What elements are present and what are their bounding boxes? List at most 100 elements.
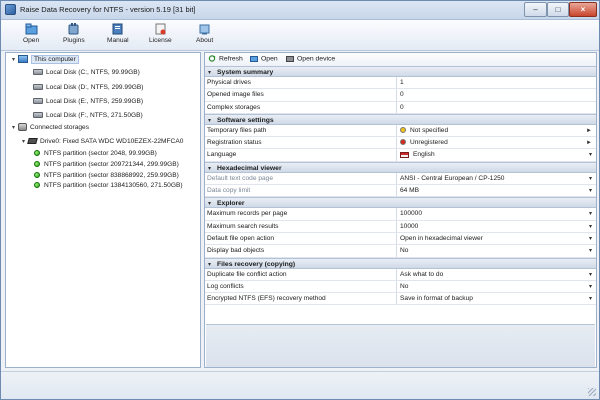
dropdown-arrow-icon[interactable]: ▾ — [589, 233, 592, 245]
app-icon — [5, 4, 16, 15]
copy-limit-select[interactable]: 64 MB — [400, 185, 584, 196]
tree-item-partition[interactable]: NTFS partition (sector 1384130560, 271.5… — [33, 181, 183, 191]
plugins-icon — [68, 23, 79, 35]
max-records-select[interactable]: 100000 — [400, 208, 584, 219]
tree-item-partition[interactable]: NTFS partition (sector 2048, 99.99GB) — [33, 149, 157, 159]
partition-status-icon — [34, 150, 40, 157]
open-device-button[interactable]: Open device — [286, 55, 335, 62]
property-row[interactable]: Language English ▾ — [205, 149, 596, 162]
language-select[interactable]: English — [400, 149, 584, 160]
property-row[interactable]: Default text code page ANSI - Central Eur… — [205, 172, 596, 186]
tree-item-local-disk[interactable]: Local Disk (F:, NTFS, 271.50GB) — [32, 111, 143, 121]
property-row[interactable]: Data copy limit 64 MB ▾ — [205, 185, 596, 198]
property-grid: ▾ System summary Physical drives 1 Opened … — [205, 66, 596, 306]
dropdown-arrow-icon[interactable]: ▾ — [589, 269, 592, 281]
manual-button[interactable]: Manual — [107, 23, 129, 44]
open-button[interactable]: Open — [23, 23, 39, 44]
conflict-action-select[interactable]: Ask what to do — [400, 269, 584, 280]
property-row[interactable]: Duplicate file conflict action Ask what t… — [205, 268, 596, 281]
tree-item-drive[interactable]: ▾ Drive0: Fixed SATA WDC WD10EZEX-22MFCA0 — [20, 137, 183, 147]
storage-icon — [18, 123, 27, 132]
code-page-select[interactable]: ANSI - Central European / CP-1250 — [400, 173, 584, 184]
disk-icon — [33, 98, 43, 105]
open-icon — [25, 23, 38, 35]
about-icon — [199, 24, 210, 35]
tree-item-this-computer[interactable]: ▾ This computer — [10, 55, 79, 65]
app-window: Raise Data Recovery for NTFS - version 5… — [0, 0, 600, 400]
dropdown-arrow-icon[interactable]: ▾ — [589, 185, 592, 197]
property-row[interactable]: Default file open action Open in hexadeci… — [205, 232, 596, 246]
minimize-button[interactable]: – — [524, 2, 547, 17]
efs-method-select[interactable]: Save in format of backup — [400, 293, 584, 304]
device-icon — [286, 56, 294, 62]
partition-status-icon — [34, 161, 40, 168]
warning-status-icon — [400, 127, 406, 134]
property-row[interactable]: Opened image files 0 — [205, 89, 596, 102]
section-system-summary[interactable]: ▾ System summary — [205, 66, 596, 77]
property-row[interactable]: Maximum records per page 100000 ▾ — [205, 208, 596, 221]
dropdown-arrow-icon[interactable]: ▾ — [589, 149, 592, 161]
tree-item-local-disk[interactable]: Local Disk (E:, NTFS, 259.99GB) — [32, 97, 143, 107]
section-hex-viewer[interactable]: ▾ Hexadecimal viewer — [205, 161, 596, 173]
property-row[interactable]: Log conflicts No ▾ — [205, 280, 596, 294]
expand-arrow-icon[interactable]: ► — [586, 137, 592, 149]
manual-icon — [112, 23, 123, 35]
max-search-select[interactable]: 10000 — [400, 221, 584, 232]
license-icon — [155, 23, 166, 35]
bad-objects-select[interactable]: No — [400, 245, 584, 256]
error-status-icon — [400, 139, 406, 146]
tree-item-local-disk[interactable]: Local Disk (C:, NTFS, 99.99GB) — [32, 68, 140, 78]
flag-icon — [400, 151, 409, 158]
collapse-icon[interactable]: ▾ — [10, 123, 17, 133]
tree-item-connected-storages[interactable]: ▾ Connected storages — [10, 123, 89, 133]
property-row[interactable]: Maximum search results 10000 ▾ — [205, 220, 596, 233]
section-files-recovery[interactable]: ▾ Files recovery (copying) — [205, 257, 596, 269]
tree-item-partition[interactable]: NTFS partition (sector 209721344, 299.99… — [33, 160, 179, 170]
dropdown-arrow-icon[interactable]: ▾ — [589, 208, 592, 220]
dropdown-arrow-icon[interactable]: ▾ — [589, 221, 592, 233]
collapse-icon[interactable]: ▾ — [20, 137, 27, 147]
description-area — [206, 324, 595, 367]
dropdown-arrow-icon[interactable]: ▾ — [589, 281, 592, 293]
section-software-settings[interactable]: ▾ Software settings — [205, 113, 596, 125]
disk-icon — [33, 69, 43, 76]
partition-status-icon — [34, 182, 40, 189]
resize-grip-icon[interactable] — [588, 388, 596, 396]
log-conflicts-select[interactable]: No — [400, 281, 584, 292]
about-button[interactable]: About — [196, 23, 213, 44]
refresh-icon — [208, 55, 216, 62]
expand-arrow-icon[interactable]: ► — [586, 125, 592, 137]
partition-status-icon — [34, 172, 40, 179]
open-icon — [250, 56, 258, 62]
title-bar[interactable]: Raise Data Recovery for NTFS - version 5… — [1, 1, 599, 20]
dropdown-arrow-icon[interactable]: ▾ — [589, 293, 592, 305]
refresh-button[interactable]: Refresh — [208, 55, 243, 62]
hard-drive-icon — [27, 138, 38, 145]
tree-item-partition[interactable]: NTFS partition (sector 838868992, 259.99… — [33, 171, 179, 181]
property-row[interactable]: Encrypted NTFS (EFS) recovery method Save… — [205, 293, 596, 306]
status-bar — [1, 371, 599, 399]
dropdown-arrow-icon[interactable]: ▾ — [589, 173, 592, 185]
disk-icon — [33, 84, 43, 91]
property-row[interactable]: Physical drives 1 — [205, 77, 596, 90]
section-explorer[interactable]: ▾ Explorer — [205, 197, 596, 209]
close-button[interactable]: × — [569, 2, 597, 17]
properties-toolbar: Refresh Open Open device — [205, 53, 596, 66]
computer-icon — [18, 55, 28, 64]
tree-item-local-disk[interactable]: Local Disk (D:, NTFS, 299.99GB) — [32, 83, 143, 93]
disk-icon — [33, 112, 43, 119]
maximize-button[interactable]: □ — [547, 2, 569, 17]
dropdown-arrow-icon[interactable]: ▾ — [589, 245, 592, 257]
open-file-button[interactable]: Open — [250, 55, 278, 62]
properties-panel: Refresh Open Open device ▾ System summary… — [204, 52, 597, 368]
property-row[interactable]: Temporary files path Not specified ► — [205, 124, 596, 138]
plugins-button[interactable]: Plugins — [63, 23, 85, 44]
collapse-icon[interactable]: ▾ — [10, 55, 17, 65]
open-action-select[interactable]: Open in hexadecimal viewer — [400, 233, 584, 244]
main-toolbar: Open Plugins Manual License About — [1, 20, 599, 51]
property-row[interactable]: Display bad objects No ▾ — [205, 245, 596, 258]
license-button[interactable]: License — [149, 23, 172, 44]
property-row[interactable]: Registration status Unregistered ► — [205, 137, 596, 150]
property-row[interactable]: Complex storages 0 — [205, 101, 596, 114]
storage-tree[interactable]: ▾ This computer Local Disk (C:, NTFS, 99.… — [5, 52, 201, 368]
